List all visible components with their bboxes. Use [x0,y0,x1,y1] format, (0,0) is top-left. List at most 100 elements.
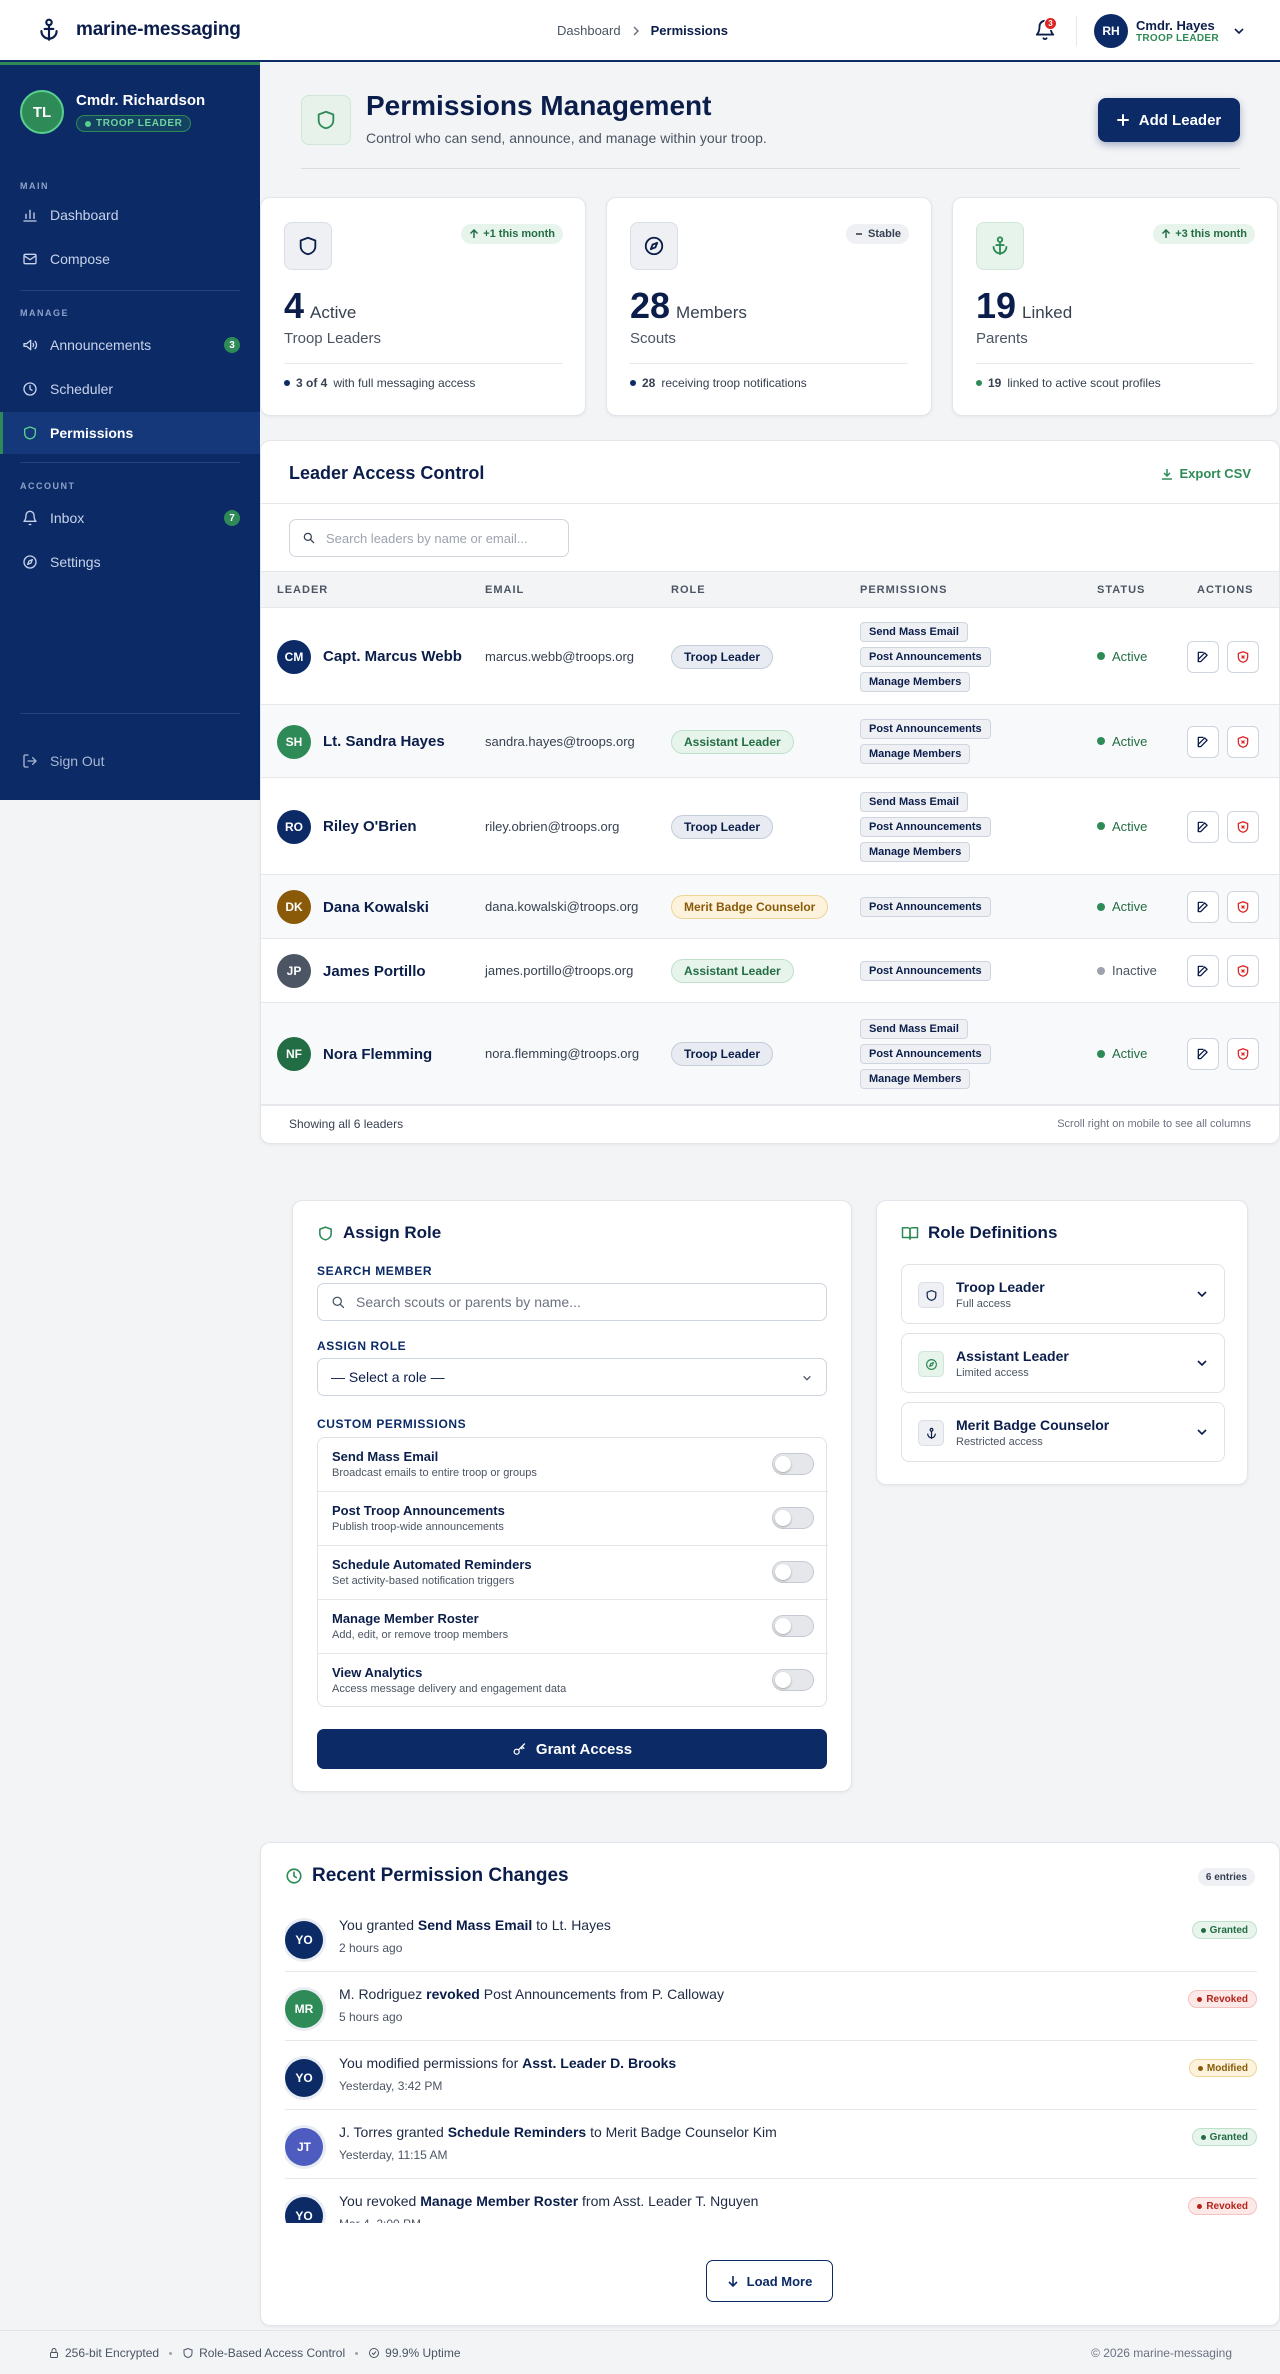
history-time: 5 hours ago [339,2010,403,2024]
card-title: Assign Role [317,1223,441,1243]
assign-role-label: ASSIGN ROLE [317,1339,407,1353]
sign-out-button[interactable]: Sign Out [0,740,260,782]
sidebar-item-label: Compose [50,251,110,267]
leader-search-input[interactable]: Search leaders by name or email... [289,519,569,557]
column-header: LEADER [277,584,329,596]
sidebar-item-label: Dashboard [50,207,119,223]
role-def-troop-leader[interactable]: Troop Leader Full access [901,1264,1225,1324]
grant-access-button[interactable]: Grant Access [317,1729,827,1769]
permission-tag: Manage Members [860,841,971,862]
shield-x-icon [1236,964,1250,978]
status-badge: Revoked [1188,1990,1257,2008]
encryption-note: 256-bit Encrypted [48,2346,159,2360]
edit-button[interactable] [1187,891,1219,923]
view-analytics-toggle[interactable] [772,1669,814,1691]
leader-access-card: Leader Access Control Export CSV Search … [260,440,1280,1144]
key-icon [512,1742,527,1757]
avatar: JP [277,954,311,988]
sidebar-item-permissions[interactable]: Permissions [0,412,260,454]
brand[interactable]: marine-messaging [36,17,241,43]
entries-badge: 6 entries [1197,1868,1255,1886]
table-row: NF Nora Flemming nora.flemming@troops.org T… [261,1003,1279,1105]
avatar: SH [277,724,311,759]
user-name: Cmdr. Hayes [1136,18,1215,33]
load-more-button[interactable]: Load More [706,2260,833,2302]
schedule-reminders-toggle[interactable] [772,1561,814,1583]
member-search-input[interactable]: Search scouts or parents by name... [317,1283,827,1321]
sidebar-item-dashboard[interactable]: Dashboard [0,194,260,236]
send-mass-email-toggle[interactable] [772,1453,814,1475]
revoke-button[interactable] [1227,725,1259,758]
chevron-down-icon [802,1373,812,1383]
edit-button[interactable] [1187,640,1219,673]
announcements-count: 3 [224,337,240,353]
table-row: DK Dana Kowalski dana.kowalski@troops.org M… [261,875,1279,939]
sidebar-role-badge: TROOP LEADER [76,115,192,133]
search-member-label: SEARCH MEMBER [317,1264,433,1278]
column-header: STATUS [1097,584,1146,596]
stat-footnote: 19 linked to active scout profiles [976,376,1161,390]
shield-x-icon [1236,735,1250,749]
sidebar-item-label: Inbox [50,510,85,526]
sidebar-item-announcements[interactable]: Announcements 3 [0,324,260,366]
edit-icon [1196,650,1210,664]
user-menu[interactable]: RH Cmdr. Hayes TROOP LEADER [1094,14,1245,48]
divider [1076,16,1077,46]
compass-icon [918,1351,944,1377]
arrow-up-icon [469,229,479,239]
breadcrumb-dashboard[interactable]: Dashboard [557,23,621,38]
export-csv-button[interactable]: Export CSV [1161,466,1251,481]
section-main: MAIN [20,181,49,191]
permission-list: Post Announcements [860,961,991,981]
revoke-button[interactable] [1227,955,1259,987]
add-leader-button[interactable]: Add Leader [1098,98,1240,142]
avatar: RH [1094,14,1128,48]
stat-card-scouts: Stable 28 Members Scouts 28 receiving troo… [606,197,932,416]
top-bar: marine-messaging Dashboard Permissions 3… [0,0,1280,62]
leader-email: nora.flemming@troops.org [485,1046,640,1061]
stat-value: 28 Members [630,285,747,326]
post-announcements-toggle[interactable] [772,1507,814,1529]
role-def-merit-badge-counselor[interactable]: Merit Badge Counselor Restricted access [901,1402,1225,1462]
history-text: You granted Send Mass Email to Lt. Hayes [339,1917,611,1933]
leader-cell: RO Riley O'Brien [277,809,417,844]
page-footer: 256-bit Encrypted Role-Based Access Cont… [0,2330,1280,2374]
leader-name: Nora Flemming [323,1045,433,1063]
history-time: Mar 4, 2:00 PM [339,2217,421,2223]
trend-badge: Stable [845,224,909,244]
avatar: TL [20,90,64,134]
manage-roster-toggle[interactable] [772,1615,814,1637]
avatar: YO [285,2059,323,2097]
revoke-button[interactable] [1227,810,1259,843]
edit-button[interactable] [1187,725,1219,758]
column-header: ROLE [671,584,706,596]
sidebar-item-compose[interactable]: Compose [0,238,260,280]
status-badge: Active [1097,649,1147,664]
leader-cell: CM Capt. Marcus Webb [277,639,462,674]
avatar: YO [285,1921,323,1959]
history-item: MR M. Rodriguez revoked Post Announcement… [285,1972,1257,2041]
history-list[interactable]: YO You granted Send Mass Email to Lt. Hay… [285,1903,1257,2223]
table-row: JP James Portillo james.portillo@troops.or… [261,939,1279,1003]
history-text: You modified permissions for Asst. Leade… [339,2055,677,2071]
leader-cell: DK Dana Kowalski [277,890,429,924]
edit-button[interactable] [1187,955,1219,987]
role-def-assistant-leader[interactable]: Assistant Leader Limited access [901,1333,1225,1393]
shield-icon [284,222,332,270]
revoke-button[interactable] [1227,891,1259,923]
copyright: © 2026 marine-messaging [1091,2346,1232,2360]
revoke-button[interactable] [1227,640,1259,673]
minus-icon [854,229,864,239]
sidebar-item-inbox[interactable]: Inbox 7 [0,497,260,539]
sidebar-item-settings[interactable]: Settings [0,541,260,583]
sign-out-label: Sign Out [50,753,105,769]
edit-button[interactable] [1187,1038,1219,1070]
leader-email: riley.obrien@troops.org [485,818,620,834]
edit-button[interactable] [1187,810,1219,843]
sidebar-item-scheduler[interactable]: Scheduler [0,368,260,410]
sidebar-item-label: Permissions [50,425,134,441]
role-select[interactable]: — Select a role — [317,1358,827,1396]
toggle-row: View Analytics Access message delivery a… [318,1654,828,1708]
role-badge: Assistant Leader [671,729,794,754]
revoke-button[interactable] [1227,1038,1259,1070]
